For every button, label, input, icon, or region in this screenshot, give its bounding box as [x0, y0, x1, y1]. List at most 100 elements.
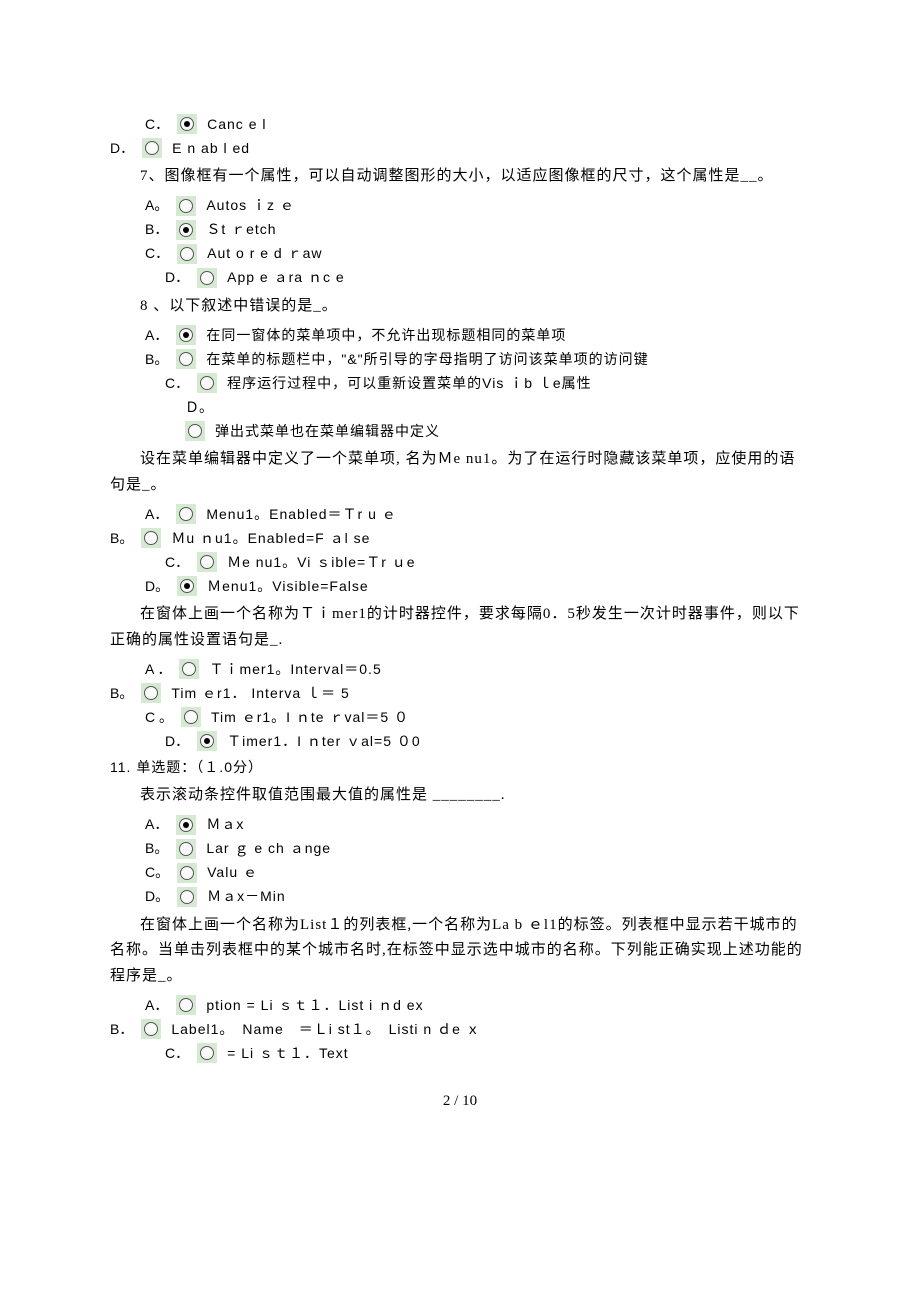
option-letter: A．	[145, 996, 168, 1014]
radio-icon	[197, 1043, 217, 1063]
option-letter: A ．	[145, 660, 171, 678]
q12-option-a[interactable]: A． ption = Li ｓｔ１．List i ｎd ex	[110, 995, 810, 1015]
q8-option-d[interactable]: 弹出式菜单也在菜单编辑器中定义	[110, 421, 810, 441]
option-text: Ｔimer1．I ｎter ｖal=5 ０0	[227, 732, 421, 750]
option-text: Ｍａx－Min	[207, 887, 286, 905]
q11-header: 11. 单选题：（１.0分）	[110, 757, 810, 777]
option-text: 程序运行过程中，可以重新设置菜单的Vis ｉb ｌe属性	[227, 374, 592, 392]
q8-option-d-letter: Ｄ。	[185, 397, 810, 417]
option-text: ption = Li ｓｔ１．List i ｎd ex	[206, 996, 423, 1014]
q8-option-c[interactable]: C． 程序运行过程中，可以重新设置菜单的Vis ｉb ｌe属性	[110, 373, 810, 393]
option-text: Tim ｅr1。I ｎte ｒval＝5 ０	[211, 708, 409, 726]
option-letter: C．	[145, 244, 169, 262]
option-letter: B。	[110, 684, 133, 702]
option-letter: C 。	[145, 708, 173, 726]
q9-option-d[interactable]: D。 Ｍenu1。Visible=False	[110, 576, 810, 596]
option-letter: A．	[145, 815, 168, 833]
radio-icon	[141, 1019, 161, 1039]
option-letter: A．	[145, 505, 168, 523]
radio-icon	[181, 707, 201, 727]
option-letter: D．	[110, 139, 134, 157]
q11-option-d[interactable]: D。 Ｍａx－Min	[110, 887, 810, 907]
option-letter: C．	[165, 374, 189, 392]
option-letter: C．	[145, 115, 169, 133]
option-letter: A．	[145, 326, 168, 344]
radio-icon	[177, 887, 197, 907]
radio-icon	[176, 839, 196, 859]
option-letter: C。	[145, 863, 169, 881]
option-letter: D。	[145, 577, 169, 595]
option-text: Valu ｅ	[207, 863, 258, 881]
q7-stem: 7、图像框有一个属性，可以自动调整图形的大小，以适应图像框的尺寸，这个属性是__…	[110, 164, 810, 190]
option-letter: D．	[165, 732, 189, 750]
radio-icon	[176, 220, 196, 240]
option-text: Menu1。Enabled＝Ｔr u ｅ	[206, 505, 396, 523]
q10-option-b[interactable]: B。 Tim ｅr1． Interva ｌ＝ 5	[110, 683, 810, 703]
q9-stem: 设在菜单编辑器中定义了一个菜单项, 名为Ｍe nu1。为了在运行时隐藏该菜单项，…	[110, 447, 810, 498]
radio-icon	[177, 244, 197, 264]
q8-stem: 8 、以下叙述中错误的是_。	[110, 294, 810, 320]
radio-icon	[176, 349, 196, 369]
option-letter: C．	[165, 553, 189, 571]
option-text: Canc e l	[207, 115, 266, 133]
option-letter: A。	[145, 196, 168, 214]
q12-option-c[interactable]: C． = Li ｓｔ１．Text	[110, 1043, 810, 1063]
q9-option-c[interactable]: C． Ｍe nu1。Vi ｓible=Ｔr ｕe	[110, 552, 810, 572]
option-letter: B。	[145, 350, 168, 368]
option-text: Ｍａx	[206, 815, 244, 833]
radio-icon	[176, 504, 196, 524]
page-content: C． Canc e l D． E n ab l ed 7、图像框有一个属性，可以…	[0, 0, 920, 1150]
option-letter: B。	[145, 839, 168, 857]
q10-stem: 在窗体上画一个名称为Ｔｉmer1的计时器控件，要求每隔0．5秒发生一次计时器事件…	[110, 602, 810, 653]
radio-icon	[177, 863, 197, 883]
radio-icon	[197, 268, 217, 288]
option-text: Lar ｇ e ch ａnge	[206, 839, 331, 857]
q9-option-b[interactable]: B。 Ｍu ｎu1。Enabled=F ａl se	[110, 528, 810, 548]
q8-option-a[interactable]: A． 在同一窗体的菜单项中，不允许出现标题相同的菜单项	[110, 325, 810, 345]
option-letter: B。	[110, 529, 133, 547]
radio-icon	[176, 995, 196, 1015]
q7-option-b[interactable]: B． Ｓt ｒetch	[110, 220, 810, 240]
q11-option-b[interactable]: B。 Lar ｇ e ch ａnge	[110, 839, 810, 859]
radio-icon	[197, 373, 217, 393]
radio-icon	[185, 421, 205, 441]
page-number: 2 / 10	[110, 1093, 810, 1110]
q7-option-a[interactable]: A。 Autos ｉz ｅ	[110, 196, 810, 216]
option-text: Autos ｉz ｅ	[206, 196, 295, 214]
q7-option-c[interactable]: C． Aut o r e d ｒaw	[110, 244, 810, 264]
radio-icon	[197, 552, 217, 572]
radio-icon	[141, 528, 161, 548]
q10-option-d[interactable]: D． Ｔimer1．I ｎter ｖal=5 ０0	[110, 731, 810, 751]
radio-icon	[177, 576, 197, 596]
radio-icon	[177, 114, 197, 134]
radio-icon	[176, 196, 196, 216]
option-text: Ｍe nu1。Vi ｓible=Ｔr ｕe	[227, 553, 415, 571]
q6-option-d[interactable]: D． E n ab l ed	[110, 138, 810, 158]
radio-icon	[142, 138, 162, 158]
radio-icon	[179, 659, 199, 679]
q6-option-c[interactable]: C． Canc e l	[110, 114, 810, 134]
q10-option-a[interactable]: A ． Ｔｉmer1。Interval＝0.5	[110, 659, 810, 679]
option-text: Tim ｅr1． Interva ｌ＝ 5	[171, 684, 349, 702]
option-text: Ｍenu1。Visible=False	[207, 577, 369, 595]
option-text: Ｔｉmer1。Interval＝0.5	[209, 660, 381, 678]
q12-stem: 在窗体上画一个名称为List１的列表框,一个名称为La b ｅl1的标签。列表框…	[110, 913, 810, 990]
option-text: 弹出式菜单也在菜单编辑器中定义	[215, 422, 440, 440]
option-text: Aut o r e d ｒaw	[207, 244, 322, 262]
radio-icon	[176, 325, 196, 345]
option-text: Label1。 Name ＝Ｌi st１。 Listi n ｄe ｘ	[171, 1020, 480, 1038]
option-text: = Li ｓｔ１．Text	[227, 1044, 349, 1062]
option-letter: B．	[110, 1020, 133, 1038]
q12-option-b[interactable]: B． Label1。 Name ＝Ｌi st１。 Listi n ｄe ｘ	[110, 1019, 810, 1039]
q9-option-a[interactable]: A． Menu1。Enabled＝Ｔr u ｅ	[110, 504, 810, 524]
q11-option-c[interactable]: C。 Valu ｅ	[110, 863, 810, 883]
q11-option-a[interactable]: A． Ｍａx	[110, 815, 810, 835]
option-text: 在菜单的标题栏中，"&"所引导的字母指明了访问该菜单项的访问键	[206, 350, 648, 368]
option-letter: B．	[145, 220, 168, 238]
option-text: App e ａra ｎc e	[227, 268, 345, 286]
q7-option-d[interactable]: D． App e ａra ｎc e	[110, 268, 810, 288]
radio-icon	[141, 683, 161, 703]
radio-icon	[176, 815, 196, 835]
q10-option-c[interactable]: C 。 Tim ｅr1。I ｎte ｒval＝5 ０	[110, 707, 810, 727]
q8-option-b[interactable]: B。 在菜单的标题栏中，"&"所引导的字母指明了访问该菜单项的访问键	[110, 349, 810, 369]
